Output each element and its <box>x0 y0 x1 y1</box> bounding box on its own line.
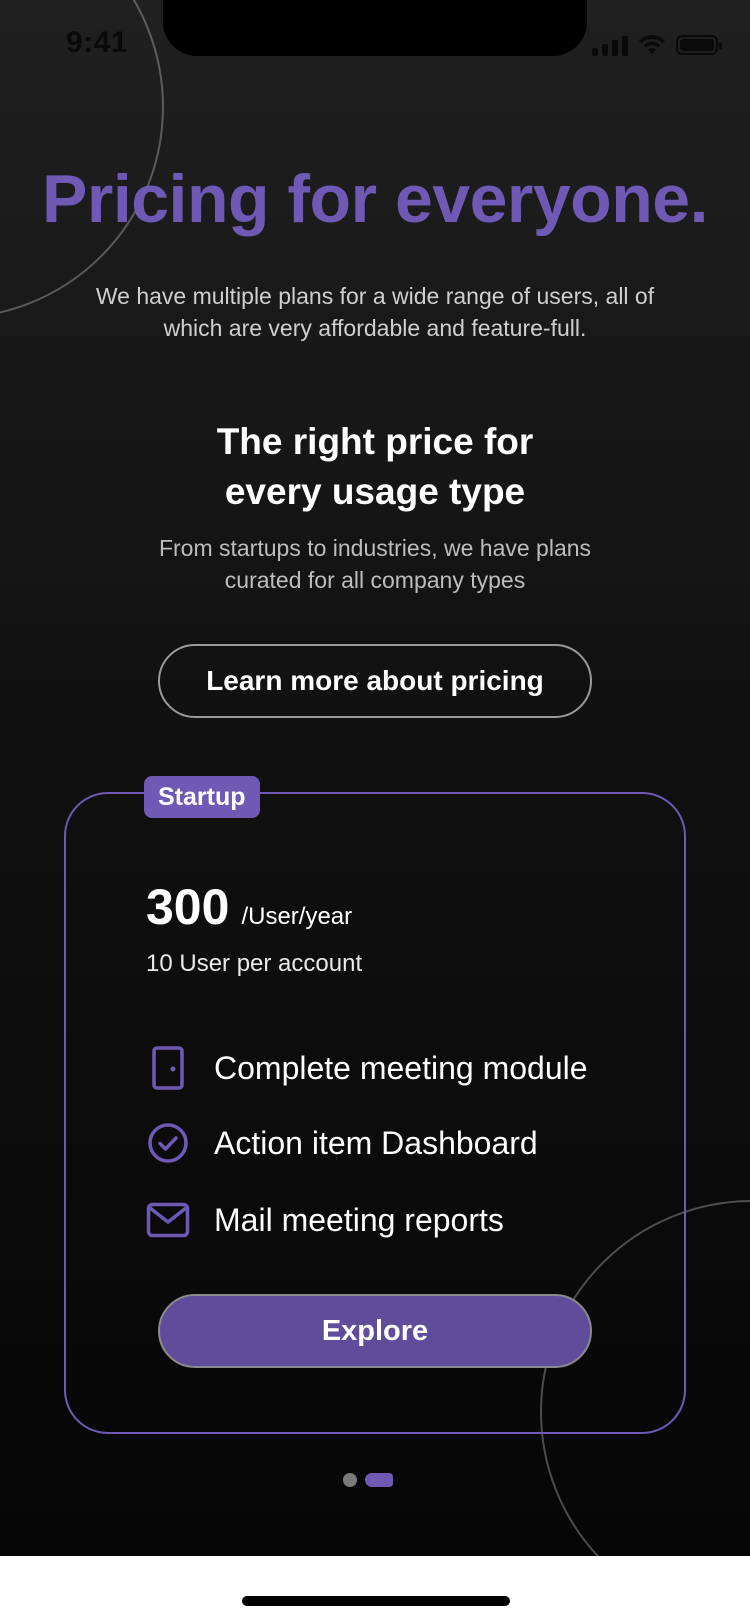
door-icon <box>146 1046 190 1090</box>
price-row: 300 /User/year <box>146 878 352 936</box>
price-unit: /User/year <box>241 903 353 930</box>
page-dot[interactable] <box>343 1473 357 1487</box>
status-time: 9:41 <box>66 26 129 59</box>
feature-item: Action item Dashboard <box>146 1121 538 1165</box>
device-notch <box>163 0 587 56</box>
page-subtitle: We have multiple plans for a wide range … <box>95 283 655 341</box>
users-per-account: 10 User per account <box>146 950 363 977</box>
feature-item: Mail meeting reports <box>146 1198 504 1242</box>
feature-item: Complete meeting module <box>146 1046 588 1090</box>
page-dot-active[interactable] <box>365 1473 393 1487</box>
section-title: The right price for every usage type <box>0 417 750 517</box>
explore-button[interactable]: Explore <box>158 1294 592 1368</box>
mail-icon <box>146 1198 190 1242</box>
pricing-screen: 9:41 Pricing for everyone. We have multi… <box>0 0 750 1556</box>
feature-label: Mail meeting reports <box>214 1201 504 1238</box>
status-bar: 9:41 <box>0 0 750 90</box>
status-icons <box>592 34 722 56</box>
check-circle-icon <box>146 1121 190 1165</box>
section-subtitle: From startups to industries, we have pla… <box>158 535 592 593</box>
pagination-dots <box>343 1473 393 1487</box>
battery-icon <box>676 35 722 55</box>
plan-badge: Startup <box>144 776 260 818</box>
learn-more-pricing-button[interactable]: Learn more about pricing <box>158 644 592 718</box>
section-title-line1: The right price for <box>216 421 534 462</box>
wifi-icon <box>639 35 665 54</box>
feature-label: Action item Dashboard <box>214 1124 538 1161</box>
section-title-line2: every usage type <box>224 471 526 512</box>
home-indicator[interactable] <box>242 1596 510 1606</box>
page-title: Pricing for everyone. <box>42 161 708 237</box>
cellular-signal-icon <box>592 34 628 56</box>
feature-label: Complete meeting module <box>214 1049 588 1086</box>
price-value: 300 <box>146 879 230 935</box>
